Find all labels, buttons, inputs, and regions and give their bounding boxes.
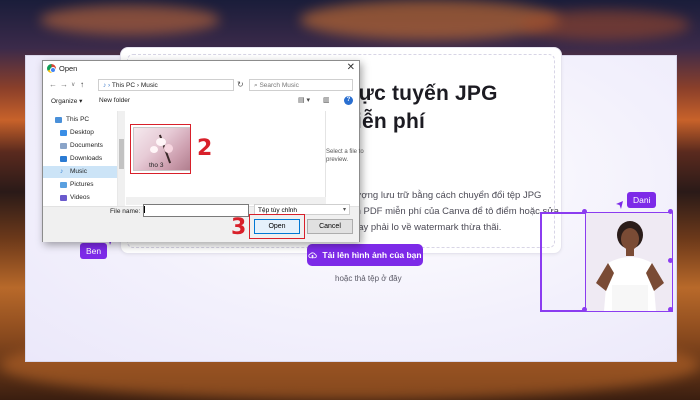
nav-item-label: Videos	[70, 194, 90, 201]
nav-item-this-pc[interactable]: This PC	[43, 114, 117, 126]
new-folder-button[interactable]: New folder	[99, 97, 130, 104]
close-icon[interactable]: ✕	[347, 62, 355, 73]
chevron-down-icon: ▾	[342, 207, 346, 213]
pictures-folder-icon	[60, 182, 67, 188]
address-row: ← → ∨ ↑ ♪ › This PC › Music ↻ ⌕ Search M…	[43, 78, 359, 94]
wallpaper-cloud	[40, 5, 220, 35]
dialog-title: Open	[59, 64, 78, 73]
nav-item-label: Pictures	[70, 181, 94, 188]
nav-item-documents[interactable]: Documents	[43, 140, 117, 152]
nav-item-label: Music	[70, 168, 87, 175]
annotation-highlight-open	[249, 214, 305, 239]
view-options-icon[interactable]: ▤ ▾	[298, 96, 310, 104]
chrome-icon	[47, 64, 56, 73]
resize-handle[interactable]	[668, 307, 673, 312]
preview-pane-icon[interactable]: ▥	[323, 96, 330, 104]
text-caret	[144, 206, 145, 213]
annotation-highlight-file	[130, 124, 191, 174]
music-note-icon: ♪ ›	[103, 82, 112, 89]
chevron-down-icon[interactable]: ∨	[71, 81, 75, 88]
nav-item-pictures[interactable]: Pictures	[43, 179, 117, 191]
upload-button-label: Tải lên hình ảnh của bạn	[322, 250, 422, 260]
collaborator-tag-ben: Ben	[80, 243, 108, 259]
resize-handle[interactable]	[582, 307, 587, 312]
help-icon[interactable]: ?	[344, 96, 353, 105]
nav-item-downloads[interactable]: Downloads	[43, 153, 117, 165]
wallpaper-cloud	[520, 10, 690, 40]
forward-arrow-icon[interactable]: →	[60, 80, 68, 89]
nav-item-videos[interactable]: Videos	[43, 192, 117, 204]
desktop-folder-icon	[60, 130, 67, 136]
person-photo[interactable]	[585, 212, 673, 312]
drop-files-hint: hoặc thả tệp ở đây	[335, 274, 402, 283]
nav-item-music[interactable]: ♪ Music	[43, 166, 117, 178]
nav-item-label: Downloads	[70, 155, 103, 162]
resize-handle[interactable]	[668, 258, 673, 263]
organize-button[interactable]: Organize ▾	[51, 97, 82, 105]
preview-hint: Select a file to preview.	[326, 149, 364, 163]
resize-handle[interactable]	[582, 209, 587, 214]
person-illustration	[586, 213, 672, 311]
computer-icon	[55, 117, 62, 123]
step-number-3: 3	[231, 215, 247, 240]
wallpaper-cloud	[300, 0, 560, 40]
selection-guide	[540, 212, 585, 214]
back-arrow-icon[interactable]: ←	[49, 80, 57, 89]
search-input[interactable]: ⌕ Search Music	[249, 79, 353, 91]
nav-item-label: Desktop	[70, 129, 94, 136]
description-line: g lượng lưu trữ bằng cách chuyển đổi tệp…	[345, 190, 542, 201]
videos-folder-icon	[60, 195, 67, 201]
up-arrow-icon[interactable]: ↑	[80, 80, 84, 89]
scrollbar-thumb[interactable]	[119, 139, 124, 169]
navigation-pane: This PC Desktop Documents Downloads ♪ Mu…	[43, 111, 118, 206]
file-name-label: File name:	[110, 208, 141, 215]
selection-guide	[540, 212, 542, 310]
downloads-folder-icon	[60, 156, 67, 162]
cursor-arrow-icon	[616, 201, 623, 209]
nav-item-desktop[interactable]: Desktop	[43, 127, 117, 139]
dialog-toolbar: Organize ▾ New folder ▤ ▾ ▥ ?	[43, 95, 359, 109]
dialog-titlebar: Open ✕	[43, 61, 359, 77]
selection-guide	[540, 310, 585, 312]
description-line: g hay phải lo về watermark thừa thãi.	[345, 222, 502, 233]
file-type-value: Tệp tùy chỉnh	[258, 207, 298, 214]
music-note-icon: ♪	[60, 168, 64, 175]
page-description: g lượng lưu trữ bằng cách chuyển đổi tệp…	[345, 188, 565, 236]
resize-handle[interactable]	[668, 209, 673, 214]
nav-item-label: Documents	[70, 142, 103, 149]
description-line: ành PDF miễn phí của Canva để tô điểm ho…	[345, 206, 559, 217]
cancel-button[interactable]: Cancel	[307, 219, 353, 234]
documents-folder-icon	[60, 143, 67, 149]
upload-icon	[308, 251, 318, 258]
nav-item-label: This PC	[66, 116, 90, 123]
address-path: This PC › Music	[111, 82, 158, 89]
nav-scrollbar[interactable]	[117, 111, 125, 206]
upload-image-button[interactable]: Tải lên hình ảnh của bạn	[307, 244, 423, 266]
address-bar[interactable]: ♪ › This PC › Music	[98, 79, 234, 91]
search-placeholder: Search Music	[259, 82, 299, 89]
step-number-2: 2	[197, 136, 213, 161]
collaborator-tag-dani: Dani	[627, 192, 657, 208]
refresh-icon[interactable]: ↻	[237, 80, 244, 89]
